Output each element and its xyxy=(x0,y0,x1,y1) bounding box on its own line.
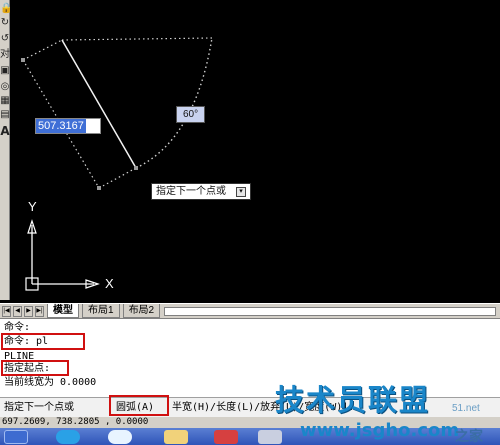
layout-tabs-bar: |◀ ◀ ▶ ▶| 模型 布局1 布局2 xyxy=(0,303,500,318)
next-tab-button[interactable]: ▶ xyxy=(24,305,33,317)
annotation-box xyxy=(109,395,169,416)
text-icon[interactable]: A xyxy=(0,124,10,138)
scale-icon[interactable]: 对 xyxy=(0,48,10,62)
folder-icon[interactable] xyxy=(164,430,188,444)
window-icon[interactable] xyxy=(258,430,282,444)
circle-icon[interactable]: ◎ xyxy=(0,80,10,94)
radius-guide xyxy=(61,37,213,41)
left-toolbar: 🔒 ↻ ↺ 对 ▣ ◎ ▦ ▤ A xyxy=(0,0,10,300)
watermark-logo: 技术员联盟 xyxy=(275,383,431,417)
grip-point xyxy=(21,58,25,62)
autocad-window: 🔒 ↻ ↺ 对 ▣ ◎ ▦ ▤ A 507.3167 60° 指定下一个点或 ▾… xyxy=(0,0,500,445)
ucs-icon xyxy=(25,219,100,291)
arc-preview xyxy=(135,37,213,169)
top-left-guide xyxy=(22,39,63,61)
watermark-faint-2: 之家 xyxy=(455,428,483,444)
bottom-edge-guide xyxy=(98,167,137,189)
history-line: 当前线宽为 0.0000 xyxy=(4,377,97,388)
annotation-box xyxy=(1,333,85,350)
last-tab-button[interactable]: ▶| xyxy=(35,305,44,317)
dynamic-prompt-text: 指定下一个点或 xyxy=(156,186,226,197)
dropdown-arrow-icon[interactable]: ▾ xyxy=(236,186,246,197)
prev-tab-button[interactable]: ◀ xyxy=(13,305,22,317)
tab-layout1[interactable]: 布局1 xyxy=(82,304,120,318)
autocad-icon[interactable] xyxy=(214,430,238,444)
ucs-y-label: Y xyxy=(28,199,37,214)
table-icon[interactable]: ▤ xyxy=(0,108,10,122)
drawing-geometry xyxy=(21,37,213,291)
grip-point xyxy=(97,186,101,190)
dynamic-prompt[interactable]: 指定下一个点或 ▾ xyxy=(151,183,251,200)
app-icon[interactable] xyxy=(108,430,132,444)
watermark-faint: 51.net xyxy=(452,403,480,414)
length-value[interactable]: 507.3167 xyxy=(36,119,86,133)
command-prompt: 指定下一个点或 xyxy=(4,402,74,413)
rotate-icon[interactable]: ↻ xyxy=(0,16,10,30)
annotation-box xyxy=(1,360,69,376)
start-icon[interactable] xyxy=(4,430,28,444)
polyline-segment xyxy=(61,39,137,169)
copy-icon[interactable]: ▣ xyxy=(0,64,10,78)
angle-tooltip[interactable]: 60° xyxy=(176,106,206,123)
tab-layout2[interactable]: 布局2 xyxy=(122,304,161,318)
ucs-x-label: X xyxy=(105,276,114,291)
hatch-icon[interactable]: ▦ xyxy=(0,94,10,108)
browser-icon[interactable] xyxy=(56,430,80,444)
length-input[interactable]: 507.3167 xyxy=(35,118,101,134)
grip-point xyxy=(134,166,138,170)
first-tab-button[interactable]: |◀ xyxy=(2,305,11,317)
refresh-icon[interactable]: ↺ xyxy=(0,32,10,46)
horizontal-scrollbar[interactable] xyxy=(164,306,496,316)
tab-model[interactable]: 模型 xyxy=(47,304,79,318)
drawing-canvas[interactable]: 507.3167 60° 指定下一个点或 ▾ Y X xyxy=(10,0,500,303)
lock-icon[interactable]: 🔒 xyxy=(0,2,10,16)
watermark-url: www.jsgho.com xyxy=(300,420,460,441)
